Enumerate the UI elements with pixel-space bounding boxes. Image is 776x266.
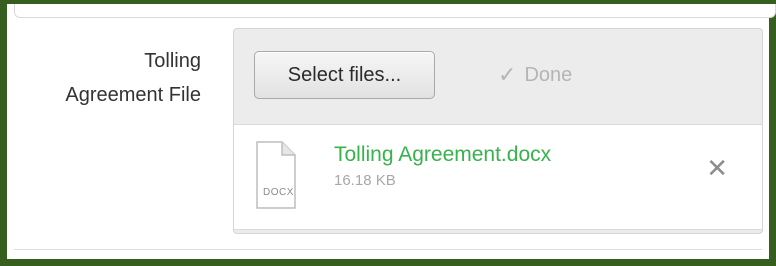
upload-toolbar: Select files... ✓ Done [234, 29, 762, 124]
select-files-button[interactable]: Select files... [254, 51, 435, 99]
document-icon-shape [256, 141, 296, 209]
check-icon: ✓ [498, 62, 517, 87]
file-upload-widget: Select files... ✓ Done DOCX Tolling Agre… [233, 28, 763, 234]
screenshot-frame: Tolling Agreement File Select files... ✓… [0, 0, 776, 266]
file-name-link[interactable]: Tolling Agreement.docx [334, 143, 551, 167]
file-size: 16.18 KB [334, 172, 396, 189]
uploaded-file-list: DOCX Tolling Agreement.docx 16.18 KB ✕ [234, 124, 762, 230]
tolling-agreement-file-label: Tolling Agreement File [1, 44, 201, 112]
field-label-line-2: Agreement File [65, 84, 201, 106]
docx-file-icon: DOCX [256, 141, 296, 209]
section-divider [14, 249, 762, 250]
remove-file-button[interactable]: ✕ [706, 153, 728, 183]
done-status: ✓ Done [498, 51, 572, 99]
done-label: Done [524, 63, 573, 86]
file-row: DOCX Tolling Agreement.docx 16.18 KB ✕ [234, 125, 762, 229]
file-extension-label: DOCX [263, 187, 294, 198]
field-label-line-1: Tolling [144, 50, 201, 72]
previous-section-edge [14, 4, 776, 18]
close-icon: ✕ [706, 153, 728, 183]
